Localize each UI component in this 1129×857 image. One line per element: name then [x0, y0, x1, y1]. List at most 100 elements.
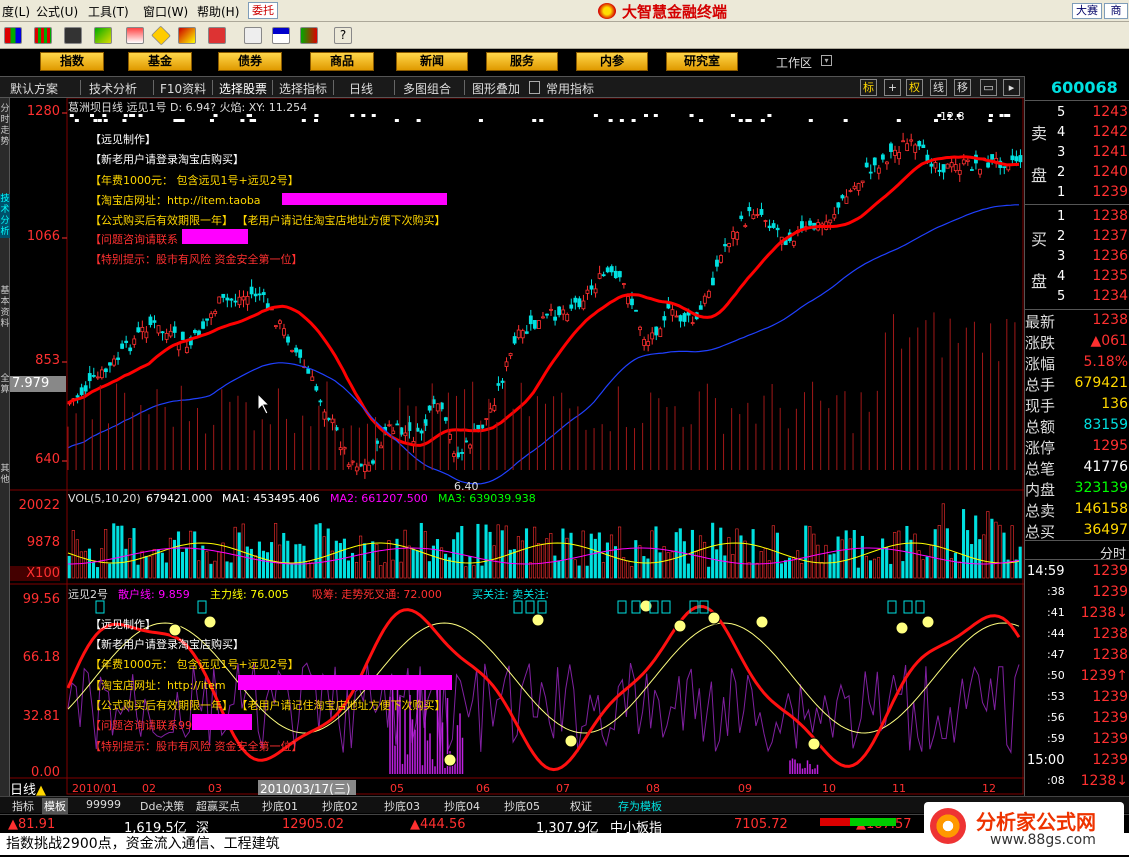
candle-body	[108, 362, 112, 366]
candle-body	[670, 309, 675, 316]
btab-dde[interactable]: Dde决策	[140, 798, 184, 814]
order-level[interactable]: 3 1236	[1025, 247, 1129, 267]
vol-header-name: VOL(5,10,20)	[68, 492, 141, 505]
timeshare-header[interactable]: 分时	[1100, 543, 1126, 562]
vtab-other[interactable]: 其他	[0, 464, 10, 486]
nav-button-research[interactable]: 研究室	[666, 52, 738, 71]
btab-99999[interactable]: 99999	[86, 798, 121, 811]
volume-bar	[185, 547, 189, 579]
books-icon[interactable]	[300, 27, 318, 44]
signal-dot	[361, 114, 366, 117]
tab-overlay[interactable]: 图形叠加	[472, 80, 520, 97]
btab-bottom01[interactable]: 抄底01	[262, 798, 298, 814]
tab-select-stock[interactable]: 选择股票	[219, 80, 267, 97]
help-pointer-icon[interactable]: ?	[334, 27, 352, 44]
crosshair-icon[interactable]: +	[884, 79, 901, 96]
market-icon[interactable]	[4, 27, 22, 44]
menu-item-tools[interactable]: 工具(T)	[88, 3, 129, 20]
candle-body	[933, 162, 938, 169]
menu-item-window[interactable]: 窗口(W)	[143, 3, 188, 20]
volume-bar	[371, 541, 375, 579]
order-level[interactable]: 1 1239	[1025, 183, 1129, 203]
vtab-calc[interactable]: 全算	[0, 374, 10, 396]
btab-bottom04[interactable]: 抄底04	[444, 798, 480, 814]
print-icon[interactable]	[244, 27, 262, 44]
period-label[interactable]: 日线▲	[10, 779, 60, 798]
lock-icon[interactable]	[529, 81, 540, 94]
nav-button-news[interactable]: 新闻	[396, 52, 468, 71]
candle-body	[124, 340, 129, 343]
nav-button-bond[interactable]: 债券	[218, 52, 282, 71]
tab-common-indicators[interactable]: 常用指标	[546, 80, 594, 97]
menu-item-help[interactable]: 帮助(H)	[197, 3, 239, 20]
signal-block	[197, 600, 207, 614]
tool-line[interactable]: 线	[930, 79, 947, 96]
order-level[interactable]: 4 1235	[1025, 267, 1129, 287]
order-level[interactable]: 3 1241	[1025, 143, 1129, 163]
btab-bottom03[interactable]: 抄底03	[384, 798, 420, 814]
btab-save-template[interactable]: 存为模板	[618, 798, 662, 814]
workspace-label[interactable]: 工作区	[776, 54, 812, 71]
nav-button-service[interactable]: 服务	[486, 52, 558, 71]
vtab-fundamental[interactable]: 基本资料	[0, 286, 10, 330]
order-level[interactable]: 4 1242	[1025, 123, 1129, 143]
candle-body	[298, 349, 303, 358]
candle-body	[314, 386, 319, 391]
menu-item-l[interactable]: 度(L)	[2, 3, 30, 20]
window-restore-icon[interactable]: ▭	[980, 79, 997, 96]
candle-body	[674, 315, 679, 318]
btab-indicator[interactable]: 指标	[12, 798, 34, 814]
volume-bar	[168, 537, 172, 579]
tab-f10[interactable]: F10资料	[160, 80, 206, 97]
warning-icon[interactable]	[151, 25, 171, 46]
nav-button-fund[interactable]: 基金	[128, 52, 192, 71]
btab-buypoint[interactable]: 超赢买点	[196, 798, 240, 814]
order-level[interactable]: 2 1240	[1025, 163, 1129, 183]
nav-button-insider[interactable]: 内参	[576, 52, 648, 71]
nav-button-index[interactable]: 指数	[40, 52, 104, 71]
ind-retail-line: 散户线: 9.859	[118, 588, 190, 601]
tool-move[interactable]: 移	[954, 79, 971, 96]
workspace-dropdown-icon[interactable]: ▾	[821, 55, 832, 66]
volume-bar	[654, 526, 658, 579]
tab-select-indicator[interactable]: 选择指标	[279, 80, 327, 97]
btab-warrant[interactable]: 权证	[570, 798, 592, 814]
order-level[interactable]: 2 1237	[1025, 227, 1129, 247]
candle-body	[537, 320, 541, 329]
tab-default-scheme[interactable]: 默认方案	[10, 80, 58, 97]
tool-rights[interactable]: 权	[906, 79, 923, 96]
star-icon[interactable]	[178, 27, 196, 44]
candle-body	[541, 316, 545, 319]
signal-dot	[843, 119, 848, 122]
stock-code[interactable]: 600068	[1051, 78, 1118, 97]
btab-template[interactable]: 模板	[42, 798, 68, 814]
volume-bar	[504, 525, 508, 579]
btab-bottom02[interactable]: 抄底02	[322, 798, 358, 814]
window-icon[interactable]	[272, 27, 290, 44]
tab-daily[interactable]: 日线	[349, 80, 373, 97]
volume-bar	[136, 564, 140, 579]
bars-icon[interactable]	[34, 27, 52, 44]
volume-bar	[666, 552, 670, 579]
binoculars-icon[interactable]	[64, 27, 82, 44]
vtab-technical[interactable]: 技术分析	[0, 194, 10, 238]
menu-item-formula[interactable]: 公式(U)	[36, 3, 78, 20]
btab-bottom05[interactable]: 抄底05	[504, 798, 540, 814]
tool-icon[interactable]	[208, 27, 226, 44]
entrust-button[interactable]: 委托	[248, 2, 278, 19]
search-icon[interactable]	[126, 27, 144, 44]
order-level[interactable]: 1 1238	[1025, 207, 1129, 227]
contest-button[interactable]: 大赛	[1072, 3, 1102, 19]
tab-multi-chart[interactable]: 多图组合	[403, 80, 451, 97]
vtab-timeshare[interactable]: 分时走势	[0, 104, 10, 148]
tab-technical[interactable]: 技术分析	[89, 80, 137, 97]
candle-body	[961, 159, 966, 165]
indicator-icon[interactable]	[94, 27, 112, 44]
order-level[interactable]: 5 1243	[1025, 103, 1129, 123]
order-level[interactable]: 5 1234	[1025, 287, 1129, 307]
tool-mark[interactable]: 标	[860, 79, 877, 96]
nav-button-commodity[interactable]: 商品	[310, 52, 374, 71]
volume-bar	[104, 529, 108, 579]
shop-button[interactable]: 商	[1104, 3, 1128, 19]
panel-toggle-icon[interactable]: ▸	[1003, 79, 1020, 96]
